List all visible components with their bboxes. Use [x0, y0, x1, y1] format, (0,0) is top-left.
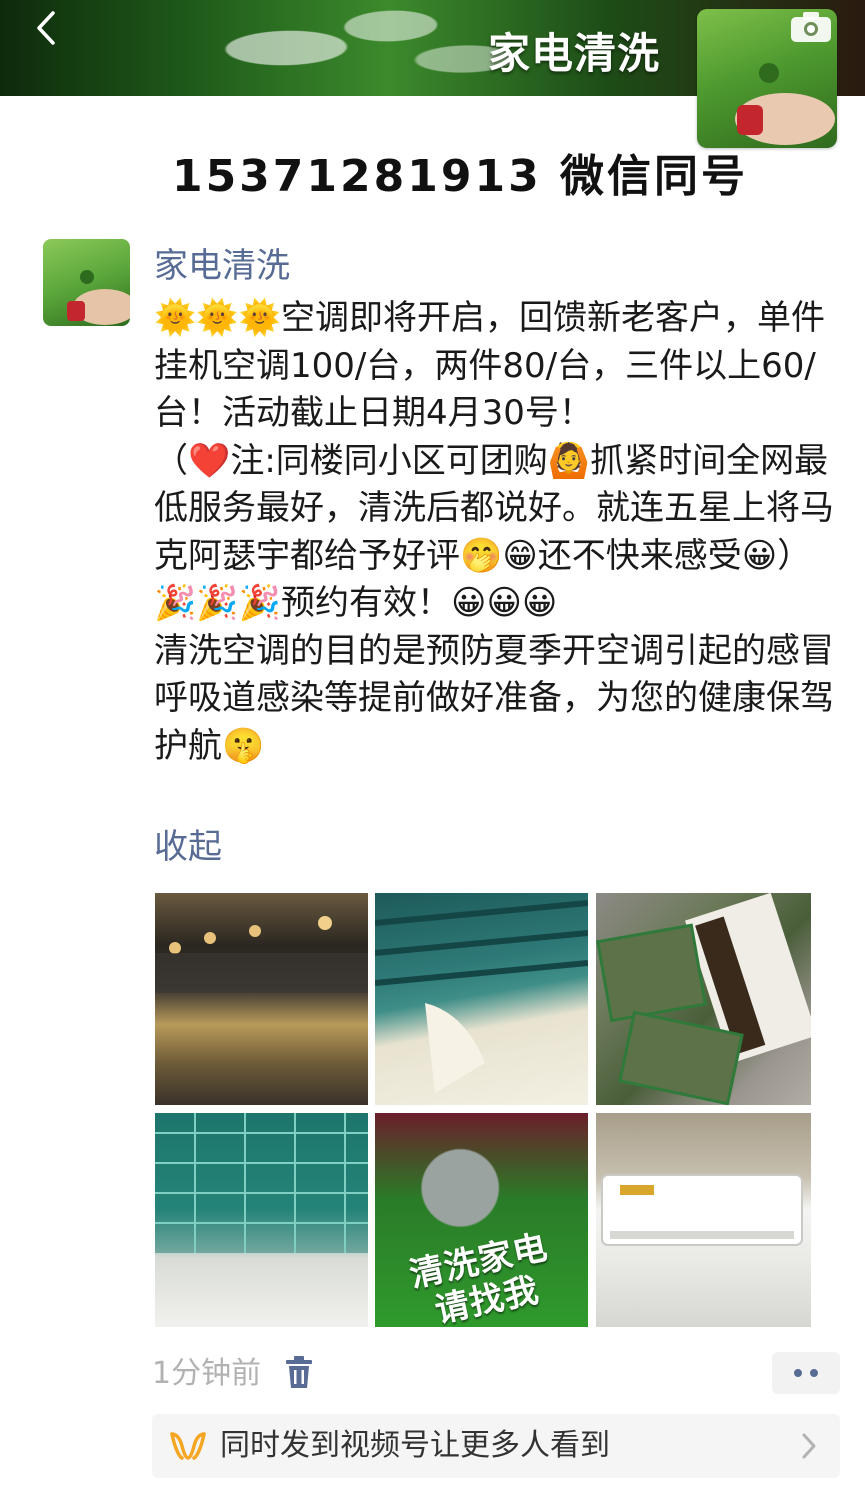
channels-icon — [168, 1428, 208, 1464]
ac-vanes-photo[interactable] — [375, 893, 588, 1105]
cover-title: 家电清洗 — [488, 29, 661, 78]
share-to-channels-bar[interactable]: 同时发到视频号让更多人看到 — [152, 1414, 840, 1478]
post-timestamp: 1分钟前 — [152, 1356, 262, 1391]
promo-photo-caption: 清洗家电 请找我 — [406, 1227, 552, 1327]
promo-worker-photo[interactable]: 清洗家电 请找我 — [375, 1113, 588, 1327]
ac-interior-photo[interactable] — [155, 893, 368, 1105]
more-button[interactable] — [772, 1352, 840, 1394]
post-author-name[interactable]: 家电清洗 — [154, 245, 290, 287]
post-text: 🌞🌞🌞空调即将开启，回馈新老客户，单件挂机空调100/台，两件80/台，三件以上… — [154, 298, 834, 766]
more-icon — [794, 1369, 802, 1377]
profile-signature: 15371281913 微信同号 — [171, 151, 749, 202]
ac-unit-photo[interactable] — [596, 1113, 811, 1327]
ac-filters-photo[interactable] — [596, 893, 811, 1105]
ac-filter-grille-photo[interactable] — [155, 1113, 368, 1327]
back-icon[interactable] — [26, 8, 66, 48]
collapse-link[interactable]: 收起 — [154, 825, 222, 869]
avatar[interactable] — [43, 239, 130, 326]
delete-icon[interactable] — [284, 1356, 314, 1390]
channels-prompt-text: 同时发到视频号让更多人看到 — [220, 1428, 610, 1463]
chevron-right-icon — [800, 1432, 818, 1460]
camera-icon[interactable] — [788, 8, 834, 46]
cover-art — [176, 0, 534, 92]
